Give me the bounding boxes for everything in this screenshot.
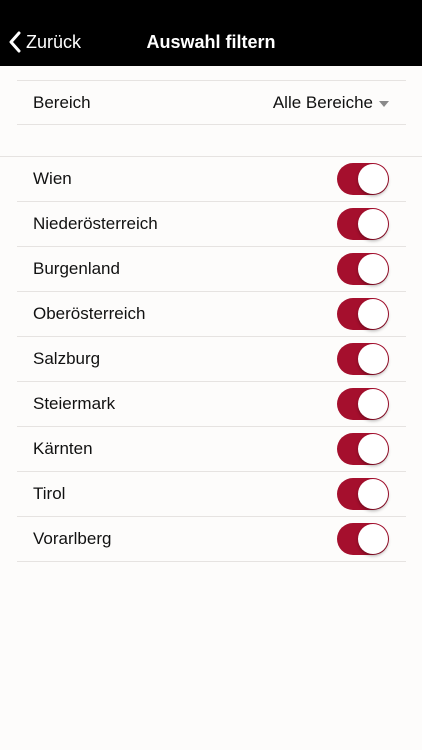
region-label: Burgenland bbox=[33, 259, 120, 278]
back-button[interactable]: Zurück bbox=[8, 18, 81, 66]
region-row-vorarlberg: Vorarlberg bbox=[17, 517, 406, 562]
toggle-knob bbox=[358, 389, 388, 419]
region-row-oberoesterreich: Oberösterreich bbox=[17, 292, 406, 337]
region-row-steiermark: Steiermark bbox=[17, 382, 406, 427]
region-row-kaernten: Kärnten bbox=[17, 427, 406, 472]
navigation-bar: Zurück Auswahl filtern bbox=[0, 18, 422, 66]
region-row-salzburg: Salzburg bbox=[17, 337, 406, 382]
toggle-knob bbox=[358, 209, 388, 239]
bereich-select[interactable]: Alle Bereiche bbox=[273, 93, 389, 113]
region-toggle-wien[interactable] bbox=[337, 163, 389, 195]
bereich-selected-value: Alle Bereiche bbox=[272, 92, 373, 112]
region-label: Niederösterreich bbox=[33, 214, 158, 233]
region-label: Vorarlberg bbox=[33, 529, 112, 548]
region-list: Wien Niederösterreich Burgenland Oberöst… bbox=[0, 156, 422, 562]
back-label: Zurück bbox=[26, 31, 82, 52]
toggle-knob bbox=[358, 299, 388, 329]
region-label: Steiermark bbox=[33, 394, 116, 413]
region-label: Salzburg bbox=[33, 349, 101, 368]
region-toggle-oberoesterreich[interactable] bbox=[337, 298, 389, 330]
region-toggle-niederoesterreich[interactable] bbox=[337, 208, 389, 240]
filter-content: Bereich Alle Bereiche Wien Niederösterre… bbox=[0, 66, 422, 562]
bereich-label: Bereich bbox=[33, 92, 91, 112]
toggle-knob bbox=[358, 164, 388, 194]
region-row-burgenland: Burgenland bbox=[17, 247, 406, 292]
region-label: Kärnten bbox=[33, 439, 93, 458]
region-row-wien: Wien bbox=[17, 157, 406, 202]
region-toggle-tirol[interactable] bbox=[337, 478, 389, 510]
region-toggle-vorarlberg[interactable] bbox=[337, 523, 389, 555]
region-toggle-kaernten[interactable] bbox=[337, 433, 389, 465]
region-row-tirol: Tirol bbox=[17, 472, 406, 517]
toggle-knob bbox=[358, 344, 388, 374]
toggle-knob bbox=[358, 254, 388, 284]
region-row-niederoesterreich: Niederösterreich bbox=[17, 202, 406, 247]
chevron-left-icon bbox=[8, 31, 22, 53]
bereich-row: Bereich Alle Bereiche bbox=[17, 80, 406, 125]
region-toggle-steiermark[interactable] bbox=[337, 388, 389, 420]
toggle-knob bbox=[358, 434, 388, 464]
toggle-knob bbox=[358, 479, 388, 509]
region-toggle-salzburg[interactable] bbox=[337, 343, 389, 375]
region-toggle-burgenland[interactable] bbox=[337, 253, 389, 285]
toggle-knob bbox=[358, 524, 388, 554]
status-bar bbox=[0, 0, 422, 18]
region-label: Tirol bbox=[33, 484, 66, 503]
region-label: Wien bbox=[33, 169, 72, 188]
region-label: Oberösterreich bbox=[33, 304, 146, 323]
caret-down-icon bbox=[379, 100, 389, 107]
